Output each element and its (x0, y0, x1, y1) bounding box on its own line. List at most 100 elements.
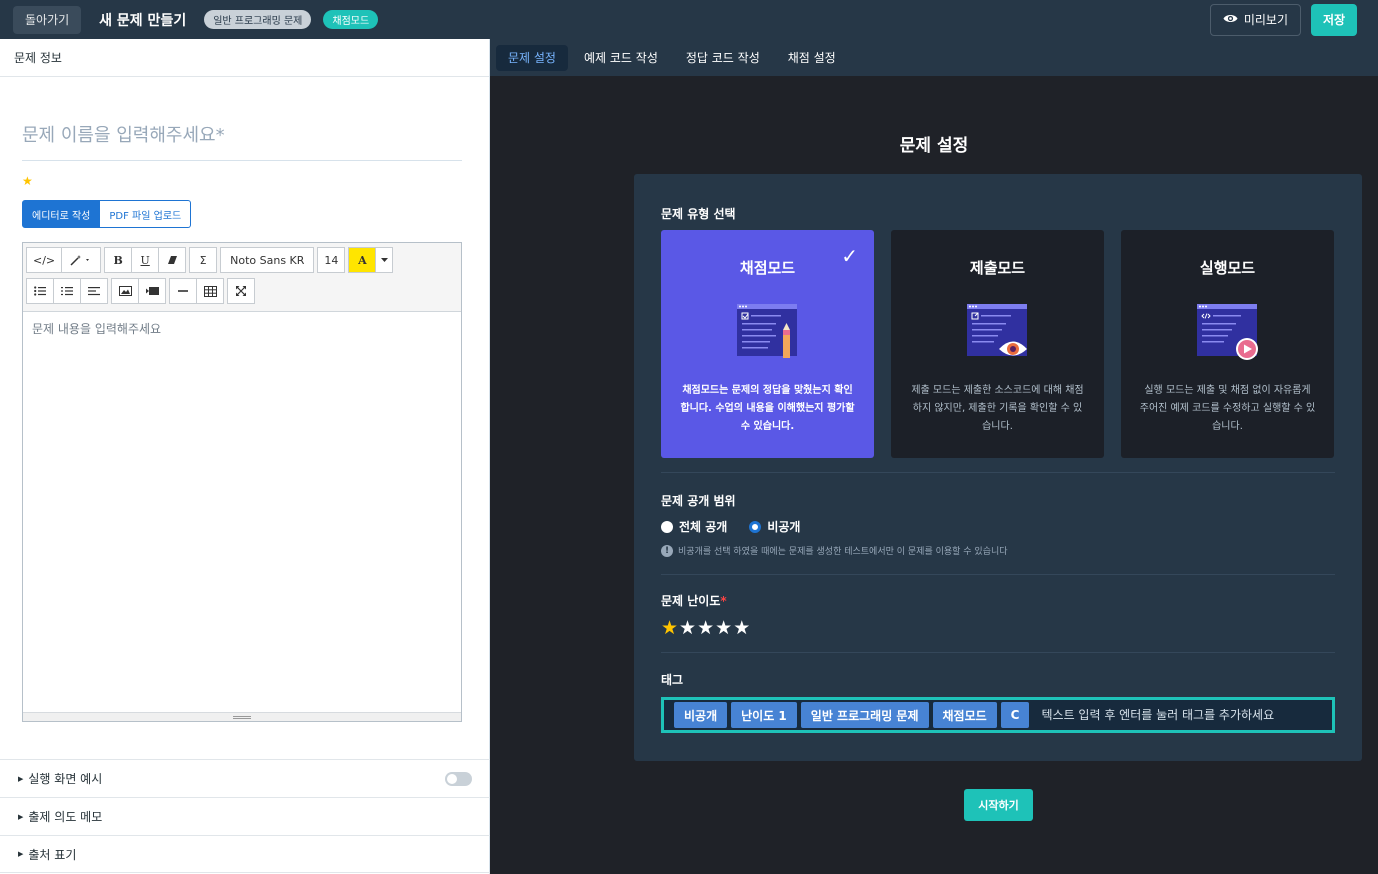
eye-icon (1223, 13, 1238, 27)
preview-label: 미리보기 (1243, 13, 1288, 27)
radio-unchecked-icon (661, 520, 673, 533)
caret-right-icon: ▶ (18, 774, 24, 783)
formula-button[interactable]: Σ (189, 247, 218, 273)
write-mode-toggle: 에디터로 작성 PDF 파일 업로드 (22, 200, 192, 228)
star-icon: ★ (22, 174, 33, 188)
font-family-select[interactable]: Noto Sans KR (220, 247, 315, 273)
divider (661, 472, 1335, 473)
start-button[interactable]: 시작하기 (964, 789, 1033, 821)
visibility-radio-group: 전체 공개 비공개 (661, 518, 800, 535)
check-icon: ✓ (841, 244, 858, 268)
visibility-label: 문제 공개 범위 (661, 494, 736, 508)
font-size-select[interactable]: 14 (317, 247, 346, 273)
submit-illustration-icon (967, 304, 1029, 365)
visibility-option-public[interactable]: 전체 공개 (661, 518, 727, 535)
save-button[interactable]: 저장 (1311, 3, 1357, 36)
accordion-label: 실행 화면 예시 (28, 772, 103, 786)
run-screen-toggle[interactable] (445, 771, 472, 786)
radio-checked-icon (749, 520, 762, 533)
mode-card-description: 실행 모드는 제출 및 채점 없이 자유롭게 주어진 예제 코드를 수정하고 실… (1139, 385, 1316, 432)
align-left-icon[interactable] (80, 278, 108, 304)
hint-text: 비공개를 선택 하였을 때에는 문제를 생성한 테스트에서만 이 문제를 이용할… (678, 547, 1008, 557)
editor-resize-handle[interactable] (23, 712, 461, 721)
tags-label: 태그 (661, 673, 684, 687)
info-icon: ! (661, 544, 673, 557)
caret-right-icon: ▶ (18, 850, 24, 858)
tab-answer-code[interactable]: 정답 코드 작성 (674, 45, 772, 71)
editor-content-area[interactable]: 문제 내용을 입력해주세요 (23, 312, 461, 711)
top-bar: 돌아가기 새 문제 만들기 일반 프로그래밍 문제 채점모드 미리보기 저장 (0, 0, 1378, 39)
star-icon[interactable]: ★ (697, 617, 714, 639)
difficulty-stars[interactable]: ★ ★ ★ ★ ★ (661, 617, 750, 639)
type-select-label: 문제 유형 선택 (661, 207, 736, 221)
visibility-option-private[interactable]: 비공개 (749, 518, 800, 535)
preview-button[interactable]: 미리보기 (1209, 3, 1301, 36)
mode-card-grading[interactable]: 채점모드 ✓ 채점모드는 문제의 정답을 맞췄는지 확인합니다. 수업의 내용을… (661, 230, 874, 458)
tag-chip[interactable]: C (1000, 702, 1030, 728)
tag-chip[interactable]: 비공개 (674, 702, 728, 728)
settings-tabs: 문제 설정 예제 코드 작성 정답 코드 작성 채점 설정 (490, 39, 1378, 76)
problem-type-badge: 일반 프로그래밍 문제 (204, 10, 312, 29)
tag-chip[interactable]: 일반 프로그래밍 문제 (800, 702, 929, 728)
star-icon[interactable]: ★ (715, 617, 732, 639)
editor-mode-button[interactable]: 에디터로 작성 (22, 200, 101, 228)
accordion-label: 출제 의도 메모 (28, 810, 103, 824)
difficulty-label: 문제 난이도* (661, 592, 727, 609)
radio-label: 비공개 (767, 520, 801, 534)
settings-panel: 문제 유형 선택 채점모드 ✓ 채점모드는 문제의 정답을 맞췄는지 확인합니다… (634, 174, 1362, 761)
mode-card-description: 채점모드는 문제의 정답을 맞췄는지 확인합니다. 수업의 내용을 이해했는지 … (680, 385, 855, 432)
underline-button[interactable]: U (131, 247, 160, 273)
star-icon[interactable]: ★ (679, 617, 696, 639)
run-illustration-icon (1197, 304, 1259, 365)
radio-label: 전체 공개 (679, 520, 728, 534)
chevron-down-icon[interactable] (375, 247, 394, 273)
code-view-button[interactable]: </> (26, 247, 63, 273)
accordion-intent-memo[interactable]: ▶ 출제 의도 메모 (0, 797, 490, 835)
mode-card-title: 실행모드 (1199, 259, 1256, 277)
editor-toolbar: </> B U Σ Noto Sans KR 14 A (23, 243, 461, 312)
video-icon[interactable] (138, 278, 166, 304)
accordion-source[interactable]: ▶ 출처 표기 (0, 835, 490, 873)
tag-input[interactable] (1033, 702, 1322, 728)
pdf-upload-button[interactable]: PDF 파일 업로드 (100, 200, 192, 228)
tab-example-code[interactable]: 예제 코드 작성 (572, 45, 670, 71)
magic-wand-icon[interactable] (61, 247, 102, 273)
star-icon[interactable]: ★ (733, 617, 750, 639)
visibility-hint: ! 비공개를 선택 하였을 때에는 문제를 생성한 테스트에서만 이 문제를 이… (661, 544, 1008, 557)
divider (661, 652, 1335, 653)
bullet-list-icon[interactable] (26, 278, 54, 304)
image-icon[interactable] (111, 278, 139, 304)
difficulty-label-text: 문제 난이도 (661, 594, 721, 608)
fullscreen-icon[interactable] (227, 278, 255, 304)
accordion-run-screen-example[interactable]: ▶ 실행 화면 예시 (0, 759, 490, 797)
accordion-label: 출처 표기 (28, 847, 77, 862)
grading-illustration-icon (737, 304, 799, 365)
tab-grading-settings[interactable]: 채점 설정 (776, 45, 848, 71)
table-icon[interactable] (196, 278, 224, 304)
caret-right-icon: ▶ (18, 812, 24, 821)
mode-card-description: 제출 모드는 제출한 소스코드에 대해 채점하지 않지만, 제출한 기록을 확인… (911, 385, 1084, 432)
back-button[interactable]: 돌아가기 (13, 5, 82, 34)
rich-text-editor: </> B U Σ Noto Sans KR 14 A 문제 내용을 입력해주세… (22, 242, 462, 722)
tag-chip[interactable]: 난이도 1 (731, 702, 797, 728)
mode-badge: 채점모드 (323, 10, 379, 29)
star-icon[interactable]: ★ (661, 617, 678, 639)
problem-name-input[interactable] (22, 111, 462, 161)
tag-chip[interactable]: 채점모드 (932, 702, 997, 728)
required-mark: * (720, 594, 727, 608)
eraser-icon[interactable] (158, 247, 187, 273)
highlight-color-button[interactable]: A (348, 247, 377, 273)
numbered-list-icon[interactable] (53, 278, 81, 304)
section-title: 문제 설정 (899, 136, 969, 156)
mode-cards: 채점모드 ✓ 채점모드는 문제의 정답을 맞췄는지 확인합니다. 수업의 내용을… (661, 230, 1334, 458)
tab-problem-settings[interactable]: 문제 설정 (496, 44, 568, 71)
mode-card-run[interactable]: 실행모드 실행 모드는 제출 및 채점 없이 자유롭게 주어진 예제 코드를 수… (1121, 230, 1334, 458)
mode-card-submit[interactable]: 제출모드 제출 모드는 제출한 소스코드에 대해 채점하지 않지만, 제출한 기… (891, 230, 1104, 458)
settings-area: 문제 설정 예제 코드 작성 정답 코드 작성 채점 설정 문제 설정 문제 유… (490, 39, 1378, 874)
horizontal-rule-icon[interactable] (169, 278, 197, 304)
page-title: 새 문제 만들기 (99, 12, 187, 29)
bold-button[interactable]: B (104, 247, 133, 273)
divider (661, 574, 1335, 575)
tag-input-box: 비공개 난이도 1 일반 프로그래밍 문제 채점모드 C (661, 697, 1335, 733)
mode-card-title: 제출모드 (969, 259, 1026, 277)
